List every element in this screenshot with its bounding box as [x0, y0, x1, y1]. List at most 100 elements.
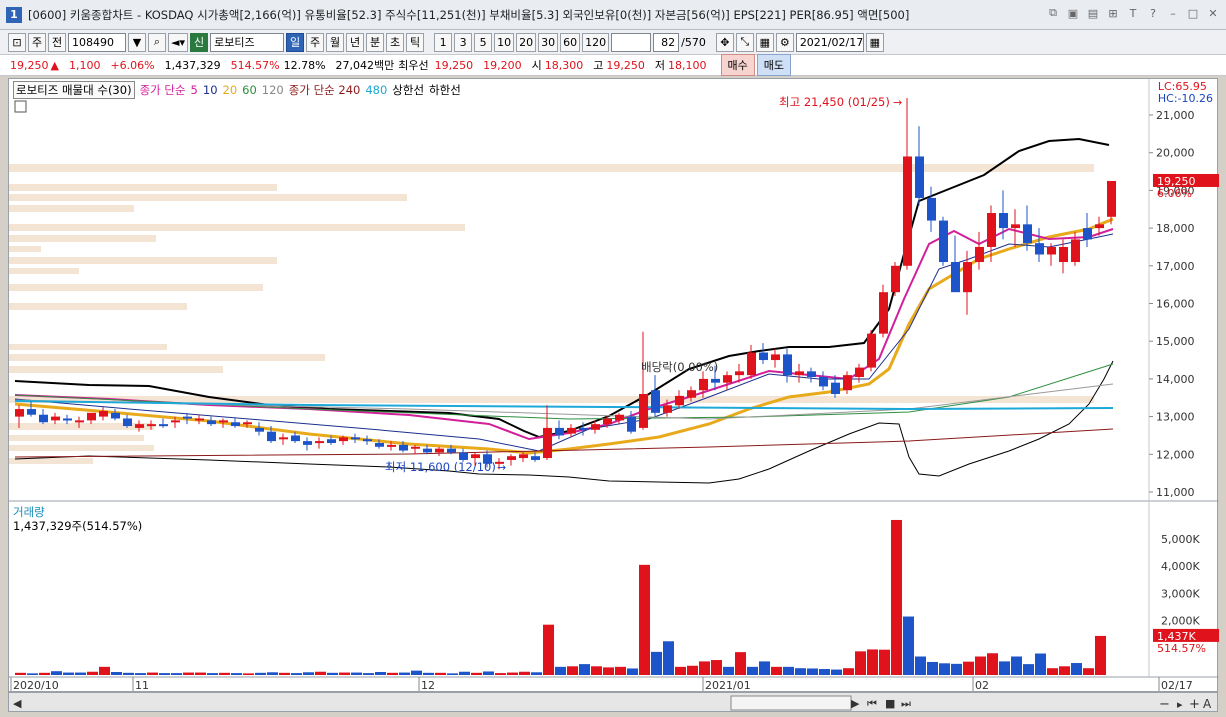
date-input[interactable]: 2021/02/17: [795, 32, 864, 52]
scroll-left-icon[interactable]: ◀: [13, 697, 22, 710]
interval-20-button[interactable]: 20: [516, 32, 537, 52]
candle-body: [543, 427, 552, 459]
volume-bar: [783, 666, 794, 675]
title-bar: 1 [0600] 키움종합차트 - KOSDAQ 시가총액[2,166(억)] …: [0, 0, 1226, 30]
stop-icon[interactable]: ■: [885, 697, 895, 710]
candle-body: [219, 420, 228, 423]
candle-body: [27, 409, 36, 415]
volume-bar: [627, 668, 638, 675]
volume-bar: [327, 672, 338, 675]
ma20-legend[interactable]: 20: [223, 83, 238, 97]
volume-profile-legend[interactable]: 로보티즈 매물대 수(30): [13, 81, 135, 99]
chart-scrollbar[interactable]: ◀ ▶ ⏮ ■ ⏭ − ▸ + A: [8, 692, 1218, 712]
help-icon[interactable]: ?: [1146, 6, 1160, 20]
font-icon[interactable]: A: [1203, 697, 1212, 711]
text-size-icon[interactable]: T: [1126, 6, 1140, 20]
calendar-icon[interactable]: ▦: [865, 32, 884, 52]
zoom-out-icon[interactable]: −: [1159, 697, 1170, 712]
volume-bar: [1059, 666, 1070, 675]
volume-title[interactable]: 거래량: [13, 505, 142, 519]
ma480-legend[interactable]: 480: [365, 83, 387, 97]
volume-bar: [351, 672, 362, 675]
chart-legend: 로보티즈 매물대 수(30) 종가 단순 5 10 20 60 120 종가 단…: [13, 81, 461, 99]
search-icon[interactable]: ⌕: [148, 32, 166, 52]
sell-button[interactable]: 매도: [756, 54, 792, 76]
high-price: 19,250: [606, 58, 645, 72]
sound-icon[interactable]: ◄▾: [168, 32, 188, 52]
scroll-right-icon[interactable]: ▶: [851, 697, 860, 710]
lower-band-legend[interactable]: 하한선: [429, 82, 461, 98]
stock-type-select[interactable]: 주: [28, 32, 46, 52]
volume-bar: [75, 672, 86, 675]
low-label: 저: [654, 59, 666, 72]
candle-body: [735, 371, 744, 376]
buy-button[interactable]: 매수: [720, 54, 755, 76]
volume-bar: [171, 673, 182, 675]
link-icon[interactable]: ▣: [1066, 6, 1080, 20]
volume-bar: [51, 671, 62, 675]
close-icon[interactable]: ✕: [1206, 6, 1220, 20]
scroll-icon[interactable]: ▸: [1177, 698, 1183, 711]
stock-code-input[interactable]: 108490: [68, 32, 126, 52]
chart-svg[interactable]: 21,00020,00019,00018,00017,00016,00015,0…: [9, 79, 1219, 693]
period-month-button[interactable]: 월: [326, 32, 345, 52]
restore-icon[interactable]: ⧉: [1046, 6, 1060, 20]
low-price: 18,100: [668, 58, 707, 72]
volume-bar: [759, 661, 770, 675]
chart-area[interactable]: 21,000 20,000 19,000 18,000 17,000 16,000 15,0…: [8, 78, 1219, 693]
dividend-annotation: 배당락(0.00%): [641, 360, 718, 374]
interval-custom-input[interactable]: [611, 32, 652, 52]
last-icon[interactable]: ⏭: [901, 697, 911, 710]
volume-bar: [795, 668, 806, 675]
high-annotation: 최고 21,450 (01/25): [779, 95, 890, 109]
prev-button[interactable]: 전: [48, 32, 66, 52]
period-week-button[interactable]: 주: [306, 32, 325, 52]
ma5-legend[interactable]: 5: [191, 83, 198, 97]
candle-body: [435, 448, 444, 453]
zoom-in-icon[interactable]: +: [1189, 697, 1200, 712]
period-tick-button[interactable]: 틱: [406, 32, 425, 52]
period-day-button[interactable]: 일: [286, 32, 305, 52]
trend-tool-icon[interactable]: ⤡: [735, 32, 754, 52]
ma240-legend[interactable]: 종가 단순 240: [289, 82, 361, 98]
dropdown-arrow-icon[interactable]: ▼: [128, 32, 146, 52]
bar-count-input[interactable]: 82: [653, 32, 680, 52]
group-icon[interactable]: ▤: [1086, 6, 1100, 20]
candle-body: [303, 441, 312, 445]
settings-icon[interactable]: ⚙: [775, 32, 794, 52]
candle-body: [195, 418, 204, 421]
toolbox-icon[interactable]: ⊞: [1106, 6, 1120, 20]
ma60-legend[interactable]: 60: [242, 83, 257, 97]
maximize-icon[interactable]: □: [1186, 6, 1200, 20]
interval-1-button[interactable]: 1: [434, 32, 453, 52]
stock-name-field[interactable]: 로보티즈: [210, 32, 285, 52]
minimize-icon[interactable]: –: [1166, 6, 1180, 20]
interval-30-button[interactable]: 30: [538, 32, 559, 52]
interval-3-button[interactable]: 3: [454, 32, 473, 52]
date-axis-label: 2020/10: [13, 679, 59, 692]
upper-band-legend[interactable]: 상한선: [392, 82, 424, 98]
volume-profile-bar: [9, 184, 277, 191]
interval-10-button[interactable]: 10: [494, 32, 515, 52]
save-icon[interactable]: ▦: [755, 32, 774, 52]
open-price: 18,300: [544, 58, 584, 72]
ma10-legend[interactable]: 10: [203, 83, 218, 97]
first-icon[interactable]: ⏮: [867, 697, 877, 710]
volume-bar: [375, 672, 386, 675]
period-minute-button[interactable]: 분: [366, 32, 385, 52]
crosshair-icon[interactable]: ✥: [715, 32, 734, 52]
volume-profile-bar: [9, 164, 1094, 172]
candle-body: [1083, 228, 1092, 240]
scroll-thumb[interactable]: [730, 695, 852, 711]
interval-120-button[interactable]: 120: [582, 32, 610, 52]
interval-60-button[interactable]: 60: [560, 32, 581, 52]
candle-body: [183, 416, 192, 419]
candle-body: [807, 371, 816, 378]
period-second-button[interactable]: 초: [386, 32, 405, 52]
layout-icon[interactable]: ⊡: [8, 32, 26, 52]
interval-5-button[interactable]: 5: [474, 32, 493, 52]
scrollbar-svg: ◀ ▶ ⏮ ■ ⏭ − ▸ + A: [13, 695, 1212, 712]
period-year-button[interactable]: 년: [346, 32, 365, 52]
ma120-legend[interactable]: 120: [262, 83, 284, 97]
ma-legend-title[interactable]: 종가 단순: [140, 82, 186, 98]
